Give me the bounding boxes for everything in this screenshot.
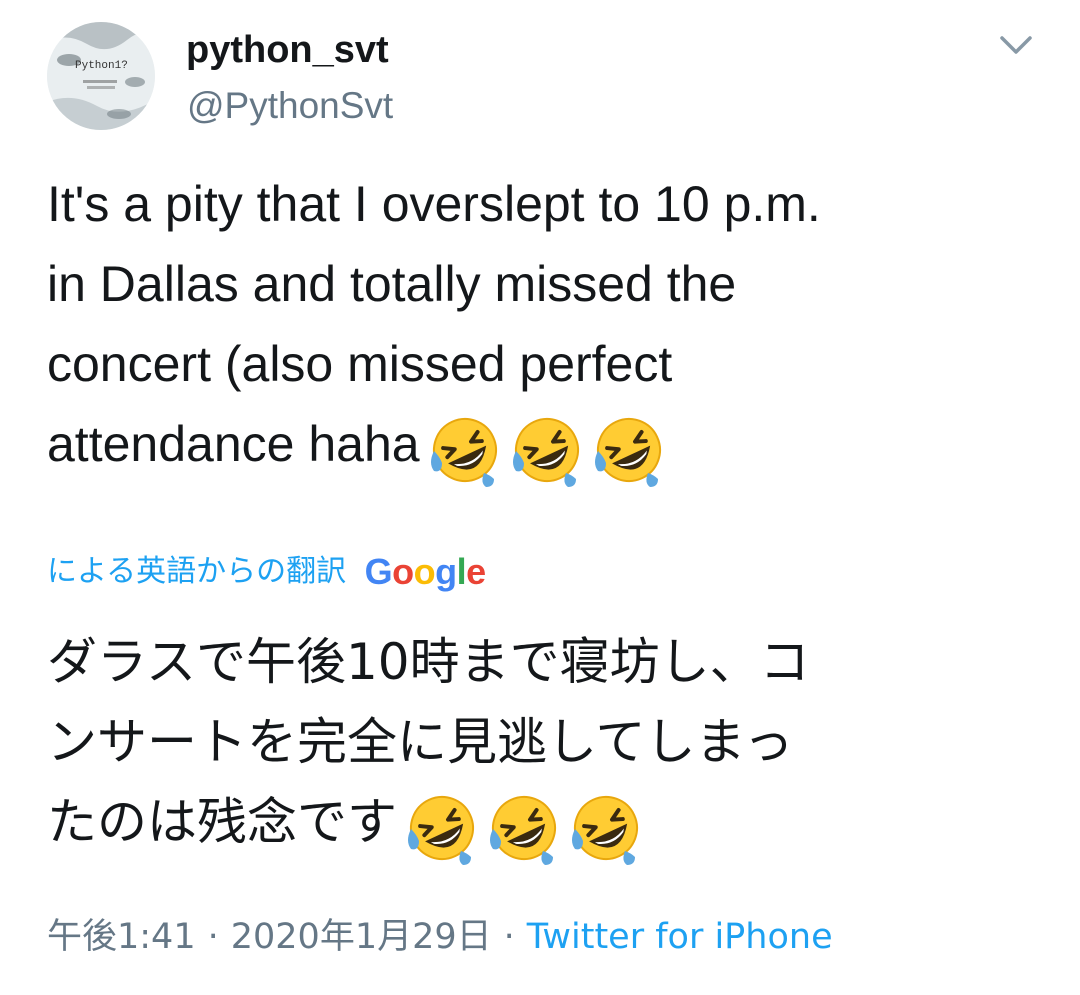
google-logo-letter: G	[364, 551, 393, 592]
rolling-on-floor-laughing-emoji	[424, 411, 506, 489]
google-logo-letter: g	[435, 551, 457, 592]
chevron-down-icon[interactable]	[996, 28, 1036, 60]
svg-text:Python1?: Python1?	[75, 60, 128, 72]
tweet-time[interactable]: 午後1:41	[47, 917, 196, 957]
translation-line-text: たのは残念です	[47, 793, 397, 851]
translation-line: たのは残念です	[47, 782, 1057, 865]
tweet-line: attendance haha	[47, 404, 1047, 488]
tweet-line-text: attendance haha	[47, 416, 420, 472]
tweet-date[interactable]: 2020年1月29日	[231, 917, 492, 957]
google-logo-letter: o	[392, 551, 414, 592]
translated-by[interactable]: による英語からの翻訳 Google	[47, 550, 486, 594]
rolling-on-floor-laughing-emoji	[483, 789, 565, 867]
separator-dot: ·	[503, 917, 515, 957]
rolling-on-floor-laughing-emoji	[588, 411, 670, 489]
tweet-line: concert (also missed perfect	[47, 336, 673, 392]
tweet-line: It's a pity that I overslept to 10 p.m.	[47, 176, 821, 232]
separator-dot: ·	[207, 917, 219, 957]
rolling-on-floor-laughing-emoji	[565, 789, 647, 867]
google-logo-letter: e	[466, 551, 486, 592]
google-logo-letter: l	[456, 551, 467, 592]
translation-line: ンサートを完全に見逃してしまっ	[47, 713, 794, 771]
rolling-on-floor-laughing-emoji	[506, 411, 588, 489]
user-handle[interactable]: @PythonSvt	[187, 84, 393, 128]
emoji-group	[401, 784, 647, 867]
tweet-source-link[interactable]: Twitter for iPhone	[527, 917, 833, 957]
tweet-text: It's a pity that I overslept to 10 p.m. …	[47, 164, 1047, 488]
translated-text: ダラスで午後10時まで寝坊し、コ ンサートを完全に見逃してしまっ たのは残念です	[47, 622, 1057, 865]
avatar[interactable]: Python1?	[47, 22, 155, 130]
rolling-on-floor-laughing-emoji	[401, 789, 483, 867]
translation-label: による英語からの翻訳	[47, 554, 347, 589]
display-name[interactable]: python_svt	[186, 28, 389, 72]
tweet-meta: 午後1:41 · 2020年1月29日 · Twitter for iPhone	[47, 912, 833, 962]
google-logo-letter: o	[413, 551, 436, 592]
tweet-line: in Dallas and totally missed the	[47, 256, 737, 312]
emoji-group	[424, 406, 670, 489]
google-logo: Google	[364, 550, 487, 594]
translation-line: ダラスで午後10時まで寝坊し、コ	[47, 633, 810, 691]
